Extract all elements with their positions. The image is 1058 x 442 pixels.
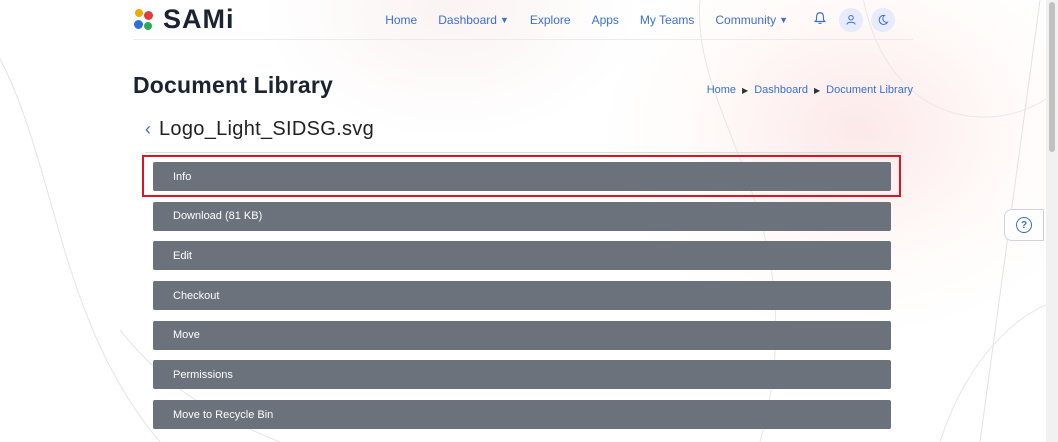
logo[interactable]: SAMi bbox=[133, 4, 235, 35]
nav-dashboard[interactable]: Dashboard ▼ bbox=[438, 13, 509, 27]
edit-button[interactable]: Edit bbox=[153, 241, 891, 271]
permissions-button[interactable]: Permissions bbox=[153, 360, 891, 390]
question-icon: ? bbox=[1016, 217, 1032, 233]
nav-community[interactable]: Community ▼ bbox=[715, 13, 788, 27]
user-icon[interactable] bbox=[839, 7, 863, 32]
bell-icon[interactable] bbox=[813, 11, 827, 28]
scrollbar[interactable] bbox=[1046, 0, 1058, 442]
chevron-down-icon: ▼ bbox=[779, 14, 788, 25]
divider bbox=[145, 152, 902, 153]
logo-text: SAMi bbox=[163, 4, 235, 34]
move-button[interactable]: Move bbox=[153, 320, 891, 350]
chevron-left-icon[interactable]: ‹ bbox=[145, 119, 151, 140]
move-to-recycle-bin-button[interactable]: Move to Recycle Bin bbox=[153, 400, 891, 430]
file-actions: Info Download (81 KB) Edit Checkout Move… bbox=[153, 162, 891, 440]
breadcrumb-dashboard[interactable]: Dashboard bbox=[754, 84, 808, 96]
breadcrumb-document-library[interactable]: Document Library bbox=[826, 84, 913, 96]
chevron-down-icon: ▼ bbox=[499, 14, 509, 25]
checkout-button[interactable]: Checkout bbox=[153, 281, 891, 311]
scrollbar-thumb[interactable] bbox=[1049, 2, 1055, 152]
caret-right-icon: ▶ bbox=[742, 85, 749, 95]
moon-icon[interactable] bbox=[871, 7, 895, 32]
file-name: Logo_Light_SIDSG.svg bbox=[159, 118, 375, 140]
file-heading: ‹ Logo_Light_SIDSG.svg bbox=[145, 118, 374, 141]
breadcrumb: Home ▶ Dashboard ▶ Document Library bbox=[707, 84, 913, 96]
logo-mark-icon bbox=[133, 8, 153, 31]
nav-explore[interactable]: Explore bbox=[530, 13, 571, 27]
download-button[interactable]: Download (81 KB) bbox=[153, 201, 891, 231]
breadcrumb-home[interactable]: Home bbox=[707, 84, 736, 96]
help-button[interactable]: ? bbox=[1004, 209, 1044, 241]
caret-right-icon: ▶ bbox=[814, 85, 821, 95]
info-button[interactable]: Info bbox=[153, 162, 891, 191]
nav-home[interactable]: Home bbox=[385, 13, 417, 27]
page-title: Document Library bbox=[133, 72, 334, 98]
nav-my-teams[interactable]: My Teams bbox=[640, 13, 694, 27]
main-nav: Home Dashboard ▼ Explore Apps My Teams Co… bbox=[385, 7, 913, 32]
top-header: SAMi Home Dashboard ▼ Explore Apps My Tea… bbox=[133, 0, 913, 40]
nav-apps[interactable]: Apps bbox=[592, 13, 619, 27]
